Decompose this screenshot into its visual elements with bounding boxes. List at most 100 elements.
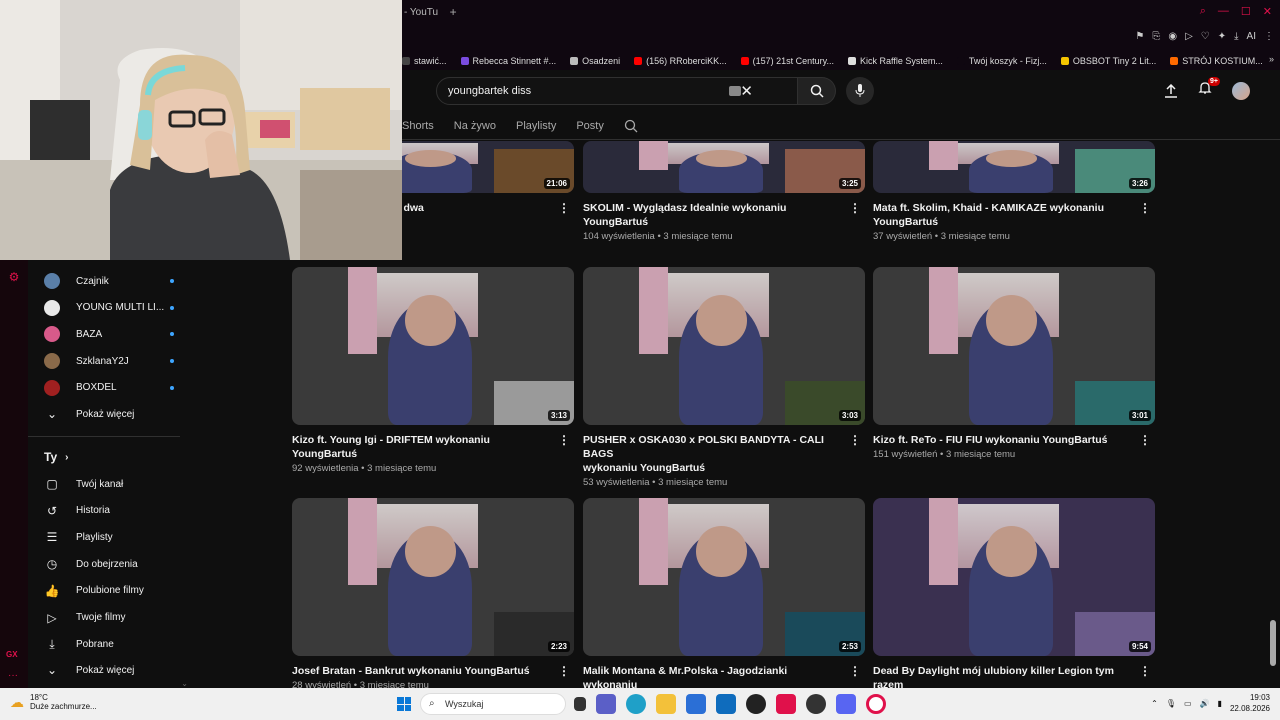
channel-avatar bbox=[44, 353, 60, 370]
video-title-line: SKOLIM - Wyglądasz Idealnie wykonaniu Yo… bbox=[583, 202, 787, 228]
more-options-icon[interactable]: ⋮ bbox=[1139, 433, 1151, 447]
video-thumbnail[interactable]: 3:01 bbox=[873, 267, 1155, 425]
sidebar-item-history[interactable]: ↺ Historia bbox=[44, 499, 184, 523]
channel-name: YOUNG MULTI LI... bbox=[76, 302, 165, 314]
app-icon[interactable] bbox=[746, 694, 766, 714]
video-title[interactable]: Dead By Daylight mój ulubiony killer Leg… bbox=[873, 664, 1155, 688]
monitor-icon[interactable]: ▭ bbox=[1184, 699, 1192, 708]
history-icon: ↺ bbox=[46, 503, 58, 518]
video-card[interactable]: 2:53 Malik Montana & Mr.Polska - Jagodzia… bbox=[583, 498, 865, 688]
you-section-heading[interactable]: Ty › bbox=[44, 450, 68, 464]
sidebar-item-play[interactable]: ▷ Twoje filmy bbox=[44, 606, 184, 630]
clock[interactable]: 19:03 22.08.2026 bbox=[1230, 692, 1270, 714]
video-duration: 2:23 bbox=[547, 641, 570, 652]
outlook-icon[interactable] bbox=[716, 694, 736, 714]
video-thumbnail[interactable]: 2:53 bbox=[583, 498, 865, 656]
video-title-line: Mata ft. Skolim, Khaid - KAMIKAZE wykona… bbox=[873, 202, 1105, 214]
download-icon: ⤓ bbox=[49, 636, 55, 651]
scrollbar[interactable] bbox=[1270, 140, 1276, 688]
video-thumbnail[interactable]: 3:25 bbox=[583, 141, 865, 193]
play-icon: ▷ bbox=[47, 610, 57, 625]
video-title[interactable]: Kizo ft. ReTo - FIU FIU wykonaniu YoungB… bbox=[873, 433, 1155, 447]
subscription-item[interactable]: BOXDEL bbox=[44, 376, 184, 400]
video-duration: 3:25 bbox=[838, 178, 861, 189]
video-title[interactable]: Kizo ft. Young Igi - DRIFTEM wykonaniu Y… bbox=[292, 433, 574, 461]
video-title-line: PUSHER x OSKA030 x POLSKI BANDYTA - CALI… bbox=[583, 434, 824, 460]
video-thumbnail[interactable]: 3:03 bbox=[583, 267, 865, 425]
sidebar-item-thumbs-up[interactable]: 👍 Polubione filmy bbox=[44, 579, 184, 603]
taskbar-search-input[interactable]: ⌕ Wyszukaj bbox=[420, 693, 566, 715]
opera-gx-icon[interactable] bbox=[866, 694, 886, 714]
show-more-you[interactable]: ⌄ Pokaż więcej bbox=[44, 658, 184, 682]
weather-widget[interactable]: ☁ 18°C Duże zachmurze... bbox=[10, 693, 97, 711]
more-options-icon[interactable]: ⋮ bbox=[849, 433, 861, 447]
gx-logo: GX bbox=[6, 650, 18, 659]
sidebar-item-playlist[interactable]: ☰ Playlisty bbox=[44, 525, 184, 549]
video-card[interactable]: 3:13 Kizo ft. Young Igi - DRIFTEM wykonan… bbox=[292, 267, 574, 474]
video-card[interactable]: 9:54 Dead By Daylight mój ulubiony killer… bbox=[873, 498, 1155, 688]
store-icon[interactable] bbox=[686, 694, 706, 714]
video-duration: 21:06 bbox=[543, 178, 570, 189]
subscription-item[interactable]: SzklanaY2J bbox=[44, 349, 184, 373]
subscription-item[interactable]: Czajnik bbox=[44, 269, 184, 293]
temperature: 18°C bbox=[30, 693, 48, 702]
more-options-icon[interactable]: ⋮ bbox=[1139, 664, 1151, 678]
video-card[interactable]: 3:25 SKOLIM - Wyglądasz Idealnie wykonani… bbox=[583, 141, 865, 242]
sidebar-scroll-down-icon[interactable]: ⌄ bbox=[181, 679, 188, 688]
sidebar-item-download[interactable]: ⤓ Pobrane bbox=[44, 632, 184, 656]
video-thumbnail[interactable]: 3:26 bbox=[873, 141, 1155, 193]
video-title[interactable]: Mata ft. Skolim, Khaid - KAMIKAZE wykona… bbox=[873, 201, 1155, 229]
more-options-icon[interactable]: ⋮ bbox=[849, 664, 861, 678]
teams-icon[interactable] bbox=[596, 694, 616, 714]
show-more-subscriptions[interactable]: ⌄ Pokaż więcej bbox=[44, 402, 184, 426]
video-title-line: Kizo ft. Young Igi - DRIFTEM wykonaniu Y… bbox=[292, 434, 490, 460]
video-card[interactable]: 2:23 Josef Bratan - Bankrut wykonaniu You… bbox=[292, 498, 574, 688]
gx-more-icon[interactable]: ··· bbox=[8, 670, 18, 681]
video-card[interactable]: 3:01 Kizo ft. ReTo - FIU FIU wykonaniu Yo… bbox=[873, 267, 1155, 460]
more-options-icon[interactable]: ⋮ bbox=[558, 664, 570, 678]
video-title[interactable]: SKOLIM - Wyglądasz Idealnie wykonaniu Yo… bbox=[583, 201, 865, 229]
chevron-up-icon[interactable]: ⌃ bbox=[1151, 699, 1158, 708]
video-title[interactable]: Josef Bratan - Bankrut wykonaniu YoungBa… bbox=[292, 664, 574, 678]
gx-settings-icon[interactable]: ⚙ bbox=[7, 270, 21, 284]
video-title[interactable]: Malik Montana & Mr.Polska - Jagodzianki … bbox=[583, 664, 865, 688]
video-title-line: Malik Montana & Mr.Polska - Jagodzianki … bbox=[583, 665, 788, 688]
volume-icon[interactable]: 🔊 bbox=[1200, 699, 1210, 708]
app-icon[interactable] bbox=[776, 694, 796, 714]
file-explorer-icon[interactable] bbox=[656, 694, 676, 714]
show-more-label: Pokaż więcej bbox=[76, 664, 135, 676]
battery-icon[interactable]: ▮ bbox=[1218, 699, 1222, 708]
start-button[interactable] bbox=[397, 697, 411, 711]
sidebar-item-clock[interactable]: ◷ Do obejrzenia bbox=[44, 552, 184, 576]
app-icon[interactable] bbox=[806, 694, 826, 714]
person-icon: ▢ bbox=[46, 477, 58, 491]
more-options-icon[interactable]: ⋮ bbox=[558, 433, 570, 447]
more-options-icon[interactable]: ⋮ bbox=[849, 201, 861, 215]
sidebar-item-label: Do obejrzenia bbox=[76, 558, 138, 570]
discord-icon[interactable] bbox=[836, 694, 856, 714]
channel-name: SzklanaY2J bbox=[76, 355, 129, 367]
microphone-icon[interactable]: 🎙 bbox=[1166, 699, 1176, 708]
video-meta: 104 wyświetlenia • 3 miesiące temu bbox=[583, 231, 733, 242]
video-title-line: Kizo ft. ReTo - FIU FIU wykonaniu YoungB… bbox=[873, 434, 1108, 446]
video-title[interactable]: PUSHER x OSKA030 x POLSKI BANDYTA - CALI… bbox=[583, 433, 865, 475]
screen: - YouTu + ⌕ — ☐ ✕ ⚑ ⎘ ◉ ▷ ♡ ✦ ⤓ AI ⋮ sta… bbox=[0, 0, 1280, 720]
video-thumbnail[interactable]: 2:23 bbox=[292, 498, 574, 656]
video-card[interactable]: 3:26 Mata ft. Skolim, Khaid - KAMIKAZE wy… bbox=[873, 141, 1155, 242]
subscription-item[interactable]: BAZA bbox=[44, 322, 184, 346]
sidebar-item-person[interactable]: ▢ Twój kanał bbox=[44, 472, 184, 496]
video-meta: 37 wyświetleń • 3 miesiące temu bbox=[873, 231, 1010, 242]
task-view-icon[interactable] bbox=[574, 697, 586, 711]
sidebar-item-label: Pobrane bbox=[76, 638, 114, 650]
sidebar-item-label: Twoje filmy bbox=[76, 612, 126, 623]
video-thumbnail[interactable]: 9:54 bbox=[873, 498, 1155, 656]
video-thumbnail[interactable]: 3:13 bbox=[292, 267, 574, 425]
sidebar-item-label: Twój kanał bbox=[76, 478, 124, 490]
video-title-line: wykonaniu YoungBartuś bbox=[583, 462, 706, 474]
more-options-icon[interactable]: ⋮ bbox=[1139, 201, 1151, 215]
edge-icon[interactable] bbox=[626, 694, 646, 714]
more-options-icon[interactable]: ⋮ bbox=[558, 201, 570, 215]
scrollbar-thumb[interactable] bbox=[1270, 620, 1276, 666]
subscription-item[interactable]: YOUNG MULTI LI... bbox=[44, 296, 184, 320]
video-card[interactable]: 3:03 PUSHER x OSKA030 x POLSKI BANDYTA - … bbox=[583, 267, 865, 488]
